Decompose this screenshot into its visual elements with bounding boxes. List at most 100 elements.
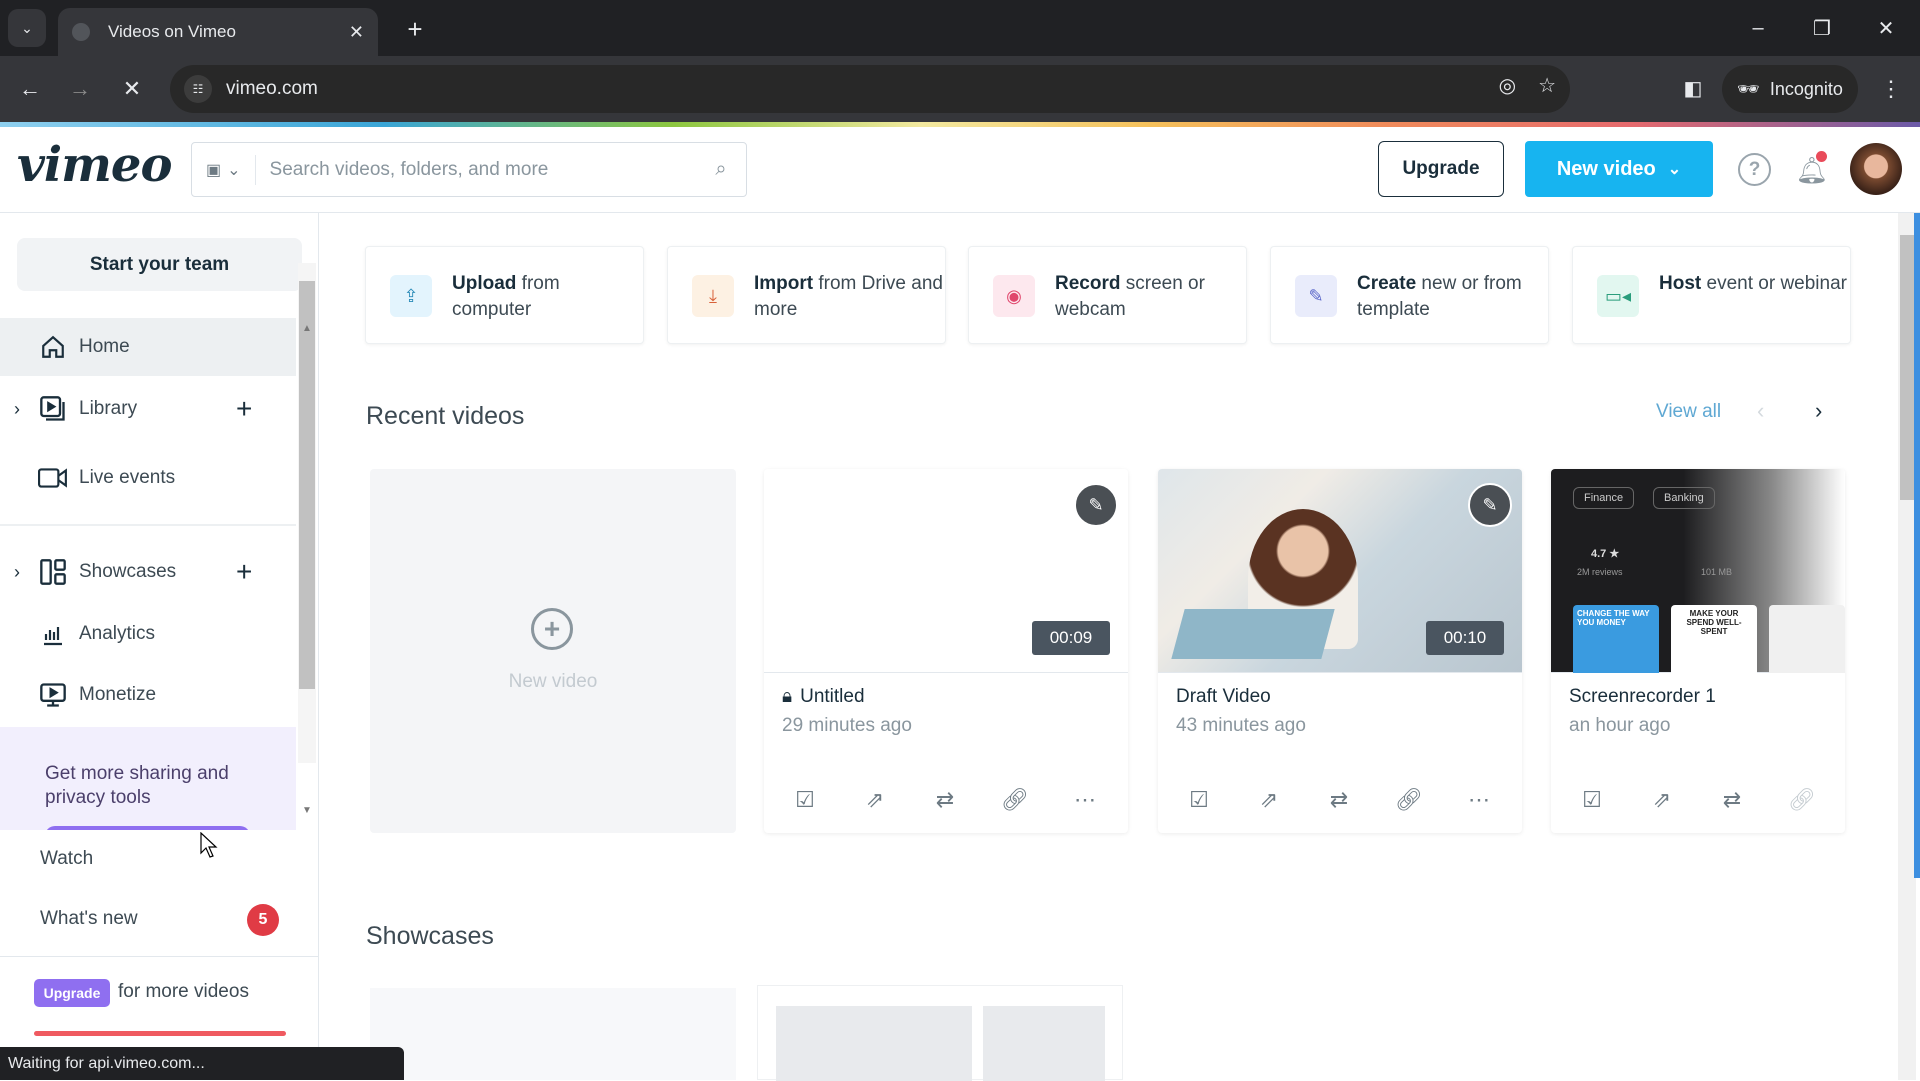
new-video-button[interactable]: New video ⌄ <box>1525 141 1713 197</box>
download-icon: ⤓ <box>692 275 734 317</box>
tab-search-button[interactable]: ⌄ <box>8 9 46 47</box>
chevron-left-icon[interactable]: ‹ <box>1757 398 1764 424</box>
promo-button[interactable] <box>45 826 250 830</box>
upload-card[interactable]: ⇪ Upload from computer <box>365 246 644 344</box>
incognito-indicator[interactable]: 🕶 Incognito <box>1722 65 1858 113</box>
host-card[interactable]: ▭◂ Host event or webinar <box>1572 246 1851 344</box>
showcase-placeholder <box>370 988 736 1080</box>
create-edit-icon: ✎ <box>1295 275 1337 317</box>
close-window-button[interactable]: ✕ <box>1866 10 1906 46</box>
action-bold: Upload <box>452 273 517 294</box>
scroll-down-icon[interactable]: ▼ <box>300 805 314 819</box>
start-team-button[interactable]: Start your team <box>17 238 302 291</box>
video-time: an hour ago <box>1569 715 1671 736</box>
forward-button[interactable]: → <box>62 71 98 107</box>
chevron-right-icon[interactable]: › <box>14 562 20 583</box>
share-file-icon[interactable]: ⇗ <box>860 785 890 815</box>
chevron-right-icon[interactable]: › <box>14 399 20 420</box>
sidebar-item-home[interactable]: Home <box>0 318 296 376</box>
share-file-icon[interactable]: ⇗ <box>1254 785 1284 815</box>
sidebar-scrollbar-thumb[interactable] <box>299 281 315 689</box>
new-video-card-label: New video <box>508 671 598 692</box>
share-file-icon[interactable]: ⇗ <box>1647 785 1677 815</box>
sidebar-item-library[interactable]: › Library + <box>0 380 296 438</box>
replace-icon[interactable]: ⇄ <box>930 785 960 815</box>
upgrade-chip[interactable]: Upgrade <box>34 979 110 1007</box>
browser-menu-icon[interactable]: ⋮ <box>1876 71 1906 107</box>
browser-tab[interactable]: Videos on Vimeo ✕ <box>58 8 378 56</box>
create-card[interactable]: ✎ Create new or from template <box>1270 246 1549 344</box>
scroll-up-icon[interactable]: ▲ <box>300 323 314 337</box>
notifications-bell-icon[interactable]: 🔔︎ <box>1795 151 1829 189</box>
stop-loading-button[interactable]: ✕ <box>114 71 150 107</box>
new-tab-button[interactable]: + <box>398 12 432 46</box>
view-all-link[interactable]: View all <box>1656 401 1721 423</box>
video-card[interactable]: ✎ 00:10 Draft Video 43 minutes ago ☑ ⇗ ⇄… <box>1158 469 1522 833</box>
edit-video-icon[interactable]: ✎ <box>1468 483 1512 527</box>
replace-icon[interactable]: ⇄ <box>1324 785 1354 815</box>
sidebar-item-showcases[interactable]: › Showcases + <box>0 543 296 601</box>
chevron-right-icon[interactable]: › <box>1815 398 1822 424</box>
main-scrollbar-thumb[interactable] <box>1900 235 1914 500</box>
close-tab-icon[interactable]: ✕ <box>349 22 364 43</box>
avatar[interactable] <box>1850 143 1902 195</box>
search-input[interactable] <box>255 143 696 196</box>
sidebar-item-label: Live events <box>79 467 176 488</box>
upload-cloud-icon: ⇪ <box>390 275 432 317</box>
sidebar-item-analytics[interactable]: Analytics <box>0 605 296 663</box>
url-field[interactable]: ☷ vimeo.com ◎ ☆ <box>170 65 1570 113</box>
restore-button[interactable]: ❐ <box>1802 10 1842 46</box>
record-card[interactable]: ◉ Record screen or webcam <box>968 246 1247 344</box>
minimize-button[interactable]: – <box>1738 10 1778 46</box>
sidebar-item-monetize[interactable]: Monetize <box>0 666 296 724</box>
more-icon[interactable]: ⋯ <box>1070 785 1100 815</box>
chevron-down-icon: ⌄ <box>1667 161 1682 178</box>
sidebar-link-whats-new[interactable]: What's new <box>40 908 138 930</box>
upgrade-text: for more videos <box>118 981 249 1002</box>
promo-text: Get more sharing and privacy tools <box>45 763 229 808</box>
video-time: 43 minutes ago <box>1176 715 1306 736</box>
new-video-card[interactable]: + New video <box>370 469 736 833</box>
video-card[interactable]: ✎ 00:09 🔒︎ Untitled 29 minutes ago ☑ ⇗ ⇄ … <box>764 469 1128 833</box>
divider <box>0 524 296 526</box>
thumb-size: 101 MB <box>1701 567 1733 577</box>
sidebar-item-label: Monetize <box>79 684 157 705</box>
video-title[interactable]: Screenrecorder 1 <box>1569 686 1716 708</box>
review-icon[interactable]: ☑ <box>1184 785 1214 815</box>
sidebar-item-live-events[interactable]: Live events <box>0 449 296 507</box>
import-card[interactable]: ⤓ Import from Drive and more <box>667 246 946 344</box>
more-icon[interactable]: ⋯ <box>1464 785 1494 815</box>
video-title[interactable]: Untitled <box>800 686 864 708</box>
upgrade-button[interactable]: Upgrade <box>1378 141 1504 197</box>
review-icon[interactable]: ☑ <box>790 785 820 815</box>
site-settings-icon[interactable]: ☷ <box>184 75 212 103</box>
video-thumbnail[interactable]: Finance Banking 4.7 ★ 2M reviews 101 MB … <box>1551 469 1845 673</box>
replace-icon[interactable]: ⇄ <box>1717 785 1747 815</box>
link-icon[interactable]: 🔗︎ <box>1787 785 1817 815</box>
video-card[interactable]: Finance Banking 4.7 ★ 2M reviews 101 MB … <box>1551 469 1845 833</box>
vimeo-logo[interactable]: vimeo <box>17 137 172 193</box>
bookmark-star-icon[interactable]: ☆ <box>1538 73 1556 98</box>
analytics-icon <box>38 619 68 649</box>
window-edge <box>1914 213 1920 878</box>
edit-video-icon[interactable]: ✎ <box>1074 483 1118 527</box>
sidebar-link-watch[interactable]: Watch <box>40 848 93 870</box>
incognito-label: Incognito <box>1769 78 1843 99</box>
review-icon[interactable]: ☑ <box>1577 785 1607 815</box>
notification-dot <box>1816 151 1827 162</box>
search-icon[interactable]: ⌕ <box>696 158 746 181</box>
search-type-select[interactable]: ▣ ⌄ <box>192 154 256 185</box>
chevron-down-icon: ⌄ <box>21 19 33 36</box>
help-icon[interactable]: ? <box>1738 153 1771 186</box>
back-button[interactable]: ← <box>12 71 48 107</box>
home-icon <box>38 332 68 362</box>
sidebar-item-label: Showcases <box>79 561 177 582</box>
link-icon[interactable]: 🔗︎ <box>1000 785 1030 815</box>
eye-off-icon[interactable]: ◎ <box>1499 73 1516 98</box>
video-title[interactable]: Draft Video <box>1176 686 1271 708</box>
side-panel-icon[interactable]: ◧ <box>1676 71 1710 105</box>
link-icon[interactable]: 🔗︎ <box>1394 785 1424 815</box>
add-library-button[interactable]: + <box>236 393 252 425</box>
add-showcase-button[interactable]: + <box>236 556 252 588</box>
favicon-icon <box>72 23 90 41</box>
